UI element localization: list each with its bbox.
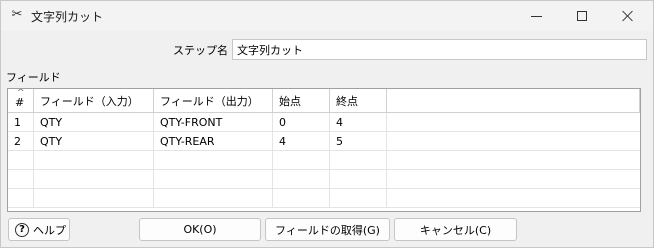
table-row[interactable] [8,170,640,189]
table-row[interactable]: 1 QTY QTY-FRONT 0 4 [8,113,640,132]
header-cell-output-field[interactable]: フィールド（出力） [154,89,273,112]
step-name-label: ステップ名 [173,44,228,57]
header-cell-end[interactable]: 終点 [330,89,387,112]
step-name-input[interactable] [232,39,647,60]
row-number-cell[interactable] [8,170,34,188]
start-cell[interactable] [273,170,330,188]
input-field-cell[interactable] [34,151,154,169]
table-row[interactable] [8,189,640,208]
help-button[interactable]: ? ヘルプ [8,218,70,241]
get-fields-button[interactable]: フィールドの取得(G) [265,218,390,241]
maximize-icon [577,11,587,21]
table-header-row: ^ # フィールド（入力） フィールド（出力） 始点 終点 [8,89,640,113]
title-bar: ✂ 文字列カット [1,1,653,31]
output-field-cell[interactable] [154,189,273,207]
fields-label: フィールド [6,71,61,84]
filler-cell [387,189,640,207]
start-cell[interactable]: 4 [273,132,330,150]
row-number-cell[interactable] [8,189,34,207]
minimize-button[interactable] [513,1,559,31]
close-button[interactable] [605,1,651,31]
start-cell[interactable] [273,189,330,207]
close-icon [622,10,634,22]
output-field-cell[interactable]: QTY-REAR [154,132,273,150]
filler-cell [387,132,640,150]
ok-button[interactable]: OK(O) [139,218,261,241]
header-cell-filler [387,89,640,112]
input-field-cell[interactable] [34,170,154,188]
filler-cell [387,113,640,131]
fields-table[interactable]: ^ # フィールド（入力） フィールド（出力） 始点 終点 1 QTY QTY-… [7,88,641,212]
scissors-icon: ✂ [11,7,23,22]
output-field-cell[interactable]: QTY-FRONT [154,113,273,131]
header-cell-input-field[interactable]: フィールド（入力） [34,89,154,112]
input-field-cell[interactable] [34,189,154,207]
end-cell[interactable]: 5 [330,132,387,150]
table-row[interactable]: 2 QTY QTY-REAR 4 5 [8,132,640,151]
end-cell[interactable] [330,151,387,169]
filler-cell [387,170,640,188]
window-title: 文字列カット [31,10,104,24]
input-field-cell[interactable]: QTY [34,113,154,131]
end-cell[interactable]: 4 [330,113,387,131]
output-field-cell[interactable] [154,151,273,169]
maximize-button[interactable] [559,1,605,31]
dialog-window: ✂ 文字列カット ステップ名 フィールド ^ # フィールド（入力） フィールド… [0,0,654,248]
help-button-label: ヘルプ [33,223,66,237]
minimize-icon [530,15,542,17]
start-cell[interactable] [273,151,330,169]
row-number-cell[interactable]: 1 [8,113,34,131]
output-field-cell[interactable] [154,170,273,188]
end-cell[interactable] [330,170,387,188]
input-field-cell[interactable]: QTY [34,132,154,150]
end-cell[interactable] [330,189,387,207]
help-icon: ? [15,222,29,237]
filler-cell [387,151,640,169]
table-row[interactable] [8,151,640,170]
header-cell-number[interactable]: ^ # [8,89,34,112]
start-cell[interactable]: 0 [273,113,330,131]
cancel-button[interactable]: キャンセル(C) [394,218,517,241]
header-cell-start[interactable]: 始点 [273,89,330,112]
row-number-cell[interactable]: 2 [8,132,34,150]
row-number-cell[interactable] [8,151,34,169]
